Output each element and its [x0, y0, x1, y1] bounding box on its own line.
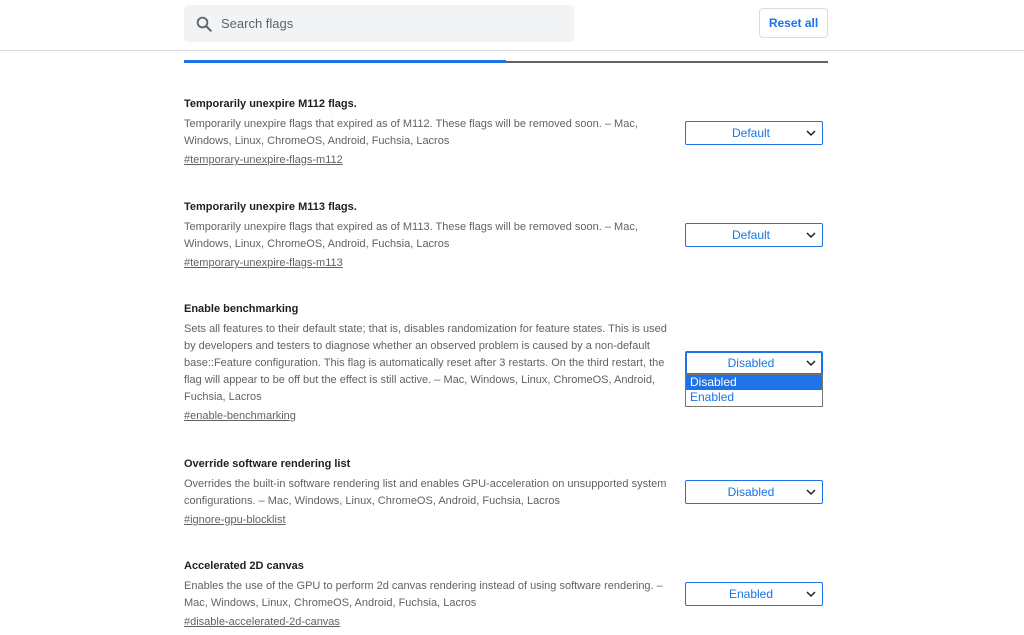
chevron-down-icon	[806, 232, 816, 239]
flag-title: Accelerated 2D canvas	[184, 560, 304, 572]
flag-item: Temporarily unexpire M112 flags. Tempora…	[184, 97, 828, 169]
flag-state-select[interactable]: Disabled	[685, 480, 823, 504]
flag-state-select[interactable]: Default	[685, 223, 823, 247]
chevron-down-icon	[806, 130, 816, 137]
flag-anchor-link[interactable]: #enable-benchmarking	[184, 408, 296, 425]
flag-anchor-link[interactable]: #temporary-unexpire-flags-m113	[184, 255, 343, 272]
tab-strip	[184, 60, 828, 63]
flag-description: Overrides the built-in software renderin…	[184, 478, 667, 507]
flag-title: Temporarily unexpire M113 flags.	[184, 201, 357, 213]
flag-title: Temporarily unexpire M112 flags.	[184, 98, 357, 110]
select-value: Default	[731, 228, 771, 242]
chevron-down-icon	[806, 591, 816, 598]
flag-state-select[interactable]: Enabled	[685, 582, 823, 606]
flag-state-select[interactable]: Default	[685, 121, 823, 145]
tab-available-indicator[interactable]	[184, 60, 506, 63]
select-value: Default	[731, 126, 771, 140]
select-dropdown-list: Disabled Enabled	[685, 374, 823, 407]
select-value: Enabled	[728, 587, 774, 601]
reset-all-button[interactable]: Reset all	[759, 8, 828, 38]
flag-item: Temporarily unexpire M113 flags. Tempora…	[184, 200, 828, 272]
flag-title: Override software rendering list	[184, 458, 351, 470]
flag-description: Temporarily unexpire flags that expired …	[184, 118, 638, 147]
flag-item: Override software rendering list Overrid…	[184, 457, 828, 529]
flag-anchor-link[interactable]: #disable-accelerated-2d-canvas	[184, 614, 340, 631]
flag-title: Enable benchmarking	[184, 303, 299, 315]
dropdown-option-enabled[interactable]: Enabled	[686, 390, 822, 405]
search-icon	[196, 16, 212, 32]
flag-state-select[interactable]: Disabled	[685, 351, 823, 375]
flag-description: Temporarily unexpire flags that expired …	[184, 221, 638, 250]
chevron-down-icon	[806, 489, 816, 496]
top-bar: Reset all	[0, 0, 1024, 51]
flag-description: Sets all features to their default state…	[184, 323, 667, 403]
flag-description: Enables the use of the GPU to perform 2d…	[184, 580, 663, 609]
select-value: Disabled	[727, 356, 775, 370]
flag-item: Accelerated 2D canvas Enables the use of…	[184, 559, 828, 631]
chevron-down-icon	[806, 360, 816, 367]
flag-anchor-link[interactable]: #temporary-unexpire-flags-m112	[184, 152, 343, 169]
flag-anchor-link[interactable]: #ignore-gpu-blocklist	[184, 512, 286, 529]
search-input[interactable]	[221, 16, 561, 31]
tab-unavailable-indicator[interactable]	[506, 61, 828, 63]
select-value: Disabled	[727, 485, 775, 499]
search-box[interactable]	[184, 5, 574, 42]
dropdown-option-disabled[interactable]: Disabled	[686, 375, 822, 390]
